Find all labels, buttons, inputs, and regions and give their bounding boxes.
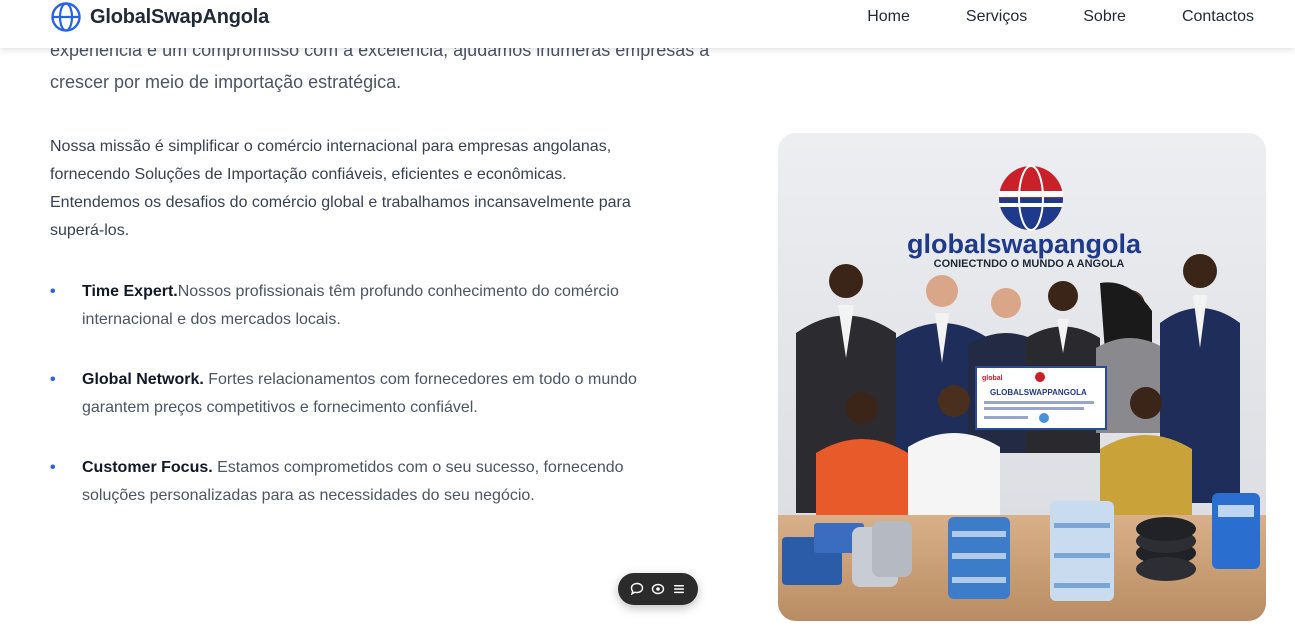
check-logo: global	[982, 375, 1003, 382]
nav-contactos[interactable]: Contactos	[1182, 8, 1254, 26]
view-button[interactable]	[649, 580, 667, 598]
bullet-icon: •	[50, 459, 56, 476]
mission-paragraph: Nossa missão é simplificar o comércio in…	[50, 138, 631, 239]
wall-logo-globe-icon	[999, 165, 1063, 231]
comment-button[interactable]	[628, 580, 646, 598]
check-title: GLOBALSWAPPANGOLA	[990, 388, 1087, 397]
menu-button[interactable]	[670, 580, 688, 598]
nav-home[interactable]: Home	[867, 8, 910, 26]
site-header: GlobalSwapAngola Home Serviços Sobre Con…	[0, 0, 1295, 48]
team-photo-illustration: globalswapangola CONIECTNDO O MUNDO A AN…	[778, 133, 1266, 621]
feature-title: Customer Focus.	[82, 459, 213, 476]
eye-icon	[651, 583, 665, 595]
comment-icon	[630, 582, 643, 596]
globe-icon	[51, 2, 81, 32]
team-photo: globalswapangola CONIECTNDO O MUNDO A AN…	[778, 133, 1266, 621]
bullet-icon: •	[50, 283, 56, 300]
feature-item: • Time Expert.Nossos profissionais têm p…	[50, 278, 650, 334]
floating-toolbar	[618, 573, 698, 605]
nav-servicos[interactable]: Serviços	[966, 8, 1027, 26]
nav-sobre[interactable]: Sobre	[1083, 8, 1126, 26]
feature-item: • Customer Focus. Estamos comprometidos …	[50, 454, 650, 510]
bullet-icon: •	[50, 371, 56, 388]
brand-link[interactable]: GlobalSwapAngola	[50, 1, 269, 33]
features-list: • Time Expert.Nossos profissionais têm p…	[50, 278, 650, 542]
menu-icon	[674, 585, 685, 594]
brand-name: GlobalSwapAngola	[90, 5, 270, 28]
main-nav: Home Serviços Sobre Contactos	[811, 8, 1254, 26]
feature-title: Time Expert.	[82, 283, 178, 300]
presentation-check: global GLOBALSWAPPANGOLA	[975, 366, 1107, 430]
feature-item: • Global Network. Fortes relacionamentos…	[50, 366, 650, 422]
wall-logo-text: globalswapangola	[907, 229, 1142, 259]
feature-title: Global Network.	[82, 371, 204, 388]
wall-tagline: CONIECTNDO O MUNDO A ANGOLA	[934, 258, 1125, 270]
